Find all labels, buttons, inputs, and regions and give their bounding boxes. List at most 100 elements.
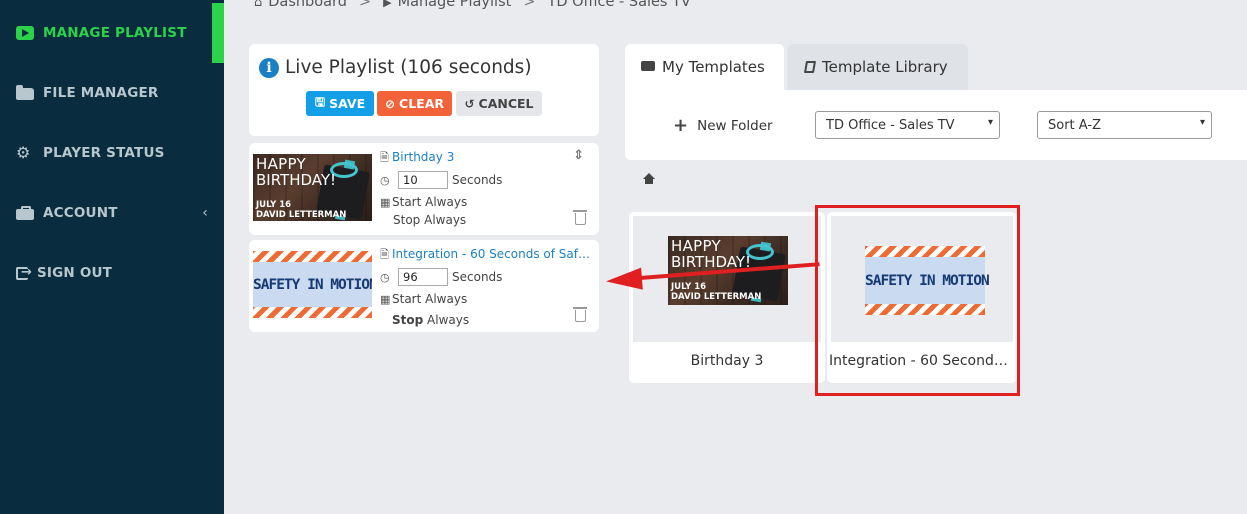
highlight-box: [815, 205, 1020, 396]
sidebar-item-manage-playlist[interactable]: MANAGE PLAYLIST: [0, 15, 224, 51]
safety-thumbnail: SAFETY IN MOTION: [253, 251, 372, 318]
start-label[interactable]: Start Always: [392, 292, 467, 306]
start-label[interactable]: Start Always: [392, 195, 467, 209]
thumb-text: BIRTHDAY!: [256, 171, 337, 189]
file-icon: 🗎: [380, 151, 389, 164]
undo-icon: ↺: [464, 96, 475, 111]
drag-arrow-head: [605, 267, 643, 293]
chevron-left-icon: ‹: [202, 205, 208, 221]
cancel-button[interactable]: ↺ CANCEL: [456, 91, 542, 116]
sort-select[interactable]: Sort A-Z ▾: [1037, 111, 1212, 139]
birthday-thumbnail: HAPPY BIRTHDAY! JULY 16 DAVID LETTERMAN: [253, 154, 372, 221]
sidebar-item-file-manager[interactable]: FILE MANAGER: [0, 75, 224, 111]
chevron-down-icon: ▾: [987, 117, 993, 128]
duration-input[interactable]: [398, 171, 448, 189]
trash-icon[interactable]: [573, 307, 587, 322]
sidebar-item-label: FILE MANAGER: [43, 85, 159, 101]
thumb-text: DAVID LETTERMAN: [256, 210, 347, 220]
folder-select[interactable]: TD Office - Sales TV ▾: [815, 111, 1000, 139]
breadcrumb-manage-playlist[interactable]: Manage Playlist: [398, 0, 512, 10]
duration-row: ◷ Seconds: [380, 268, 502, 286]
seconds-label: Seconds: [452, 270, 503, 284]
drag-handle-icon[interactable]: ⇕: [573, 148, 584, 163]
thumb-text: SAFETY IN MOTION: [253, 276, 372, 293]
sign-out-icon: [16, 265, 32, 280]
new-folder-label: New Folder: [697, 118, 773, 134]
breadcrumb-separator: >: [358, 0, 372, 10]
template-card-preview: HAPPY BIRTHDAY! JULY 16 DAVID LETTERMAN: [633, 216, 821, 342]
file-icon: 🗎: [380, 248, 389, 261]
stop-row[interactable]: Stop Always: [393, 213, 466, 227]
template-card-caption: Birthday 3: [690, 353, 764, 369]
gear-icon: ⚙: [16, 143, 31, 162]
clear-icon: ⊘: [384, 96, 396, 111]
live-playlist-header: i Live Playlist (106 seconds) 🖫 SAVE ⊘ C…: [249, 44, 599, 136]
home-icon[interactable]: [643, 173, 655, 185]
playlist-item-title[interactable]: Birthday 3: [392, 150, 454, 164]
stop-row[interactable]: Stop Always: [392, 313, 469, 327]
sidebar-item-label: MANAGE PLAYLIST: [43, 25, 187, 41]
info-icon[interactable]: i: [259, 57, 279, 78]
new-folder-button[interactable]: + New Folder: [673, 115, 773, 136]
tab-label: Template Library: [822, 58, 948, 76]
start-row[interactable]: ▦ Start Always: [380, 292, 467, 306]
tab-my-templates[interactable]: My Templates: [625, 44, 784, 90]
duration-input[interactable]: [398, 268, 448, 286]
folder-select-value: TD Office - Sales TV: [826, 117, 955, 133]
folder-icon: [16, 85, 34, 100]
template-toolbar: + New Folder TD Office - Sales TV ▾ Sort…: [625, 90, 1247, 160]
sidebar-item-label: ACCOUNT: [43, 205, 118, 221]
thumb-text: JULY 16: [256, 200, 292, 210]
sidebar-item-label: SIGN OUT: [37, 265, 113, 281]
calendar-icon: ▦: [380, 292, 391, 306]
thumb-text: HAPPY: [671, 237, 721, 255]
stop-suffix: Always: [424, 213, 467, 227]
clock-icon: ◷: [380, 173, 390, 187]
home-icon: ⌂: [254, 0, 263, 10]
clock-icon: ◷: [380, 270, 390, 284]
floppy-icon: 🖫: [314, 95, 326, 109]
playlist-item[interactable]: HAPPY BIRTHDAY! JULY 16 DAVID LETTERMAN …: [249, 143, 599, 235]
playlist-item-name[interactable]: 🗎 Integration - 60 Seconds of Safety: [380, 246, 595, 265]
stop-prefix: Stop: [393, 213, 421, 227]
trash-icon[interactable]: [573, 210, 587, 225]
breadcrumb-separator: >: [523, 0, 536, 10]
playlist-item-name[interactable]: 🗎 Birthday 3: [380, 149, 595, 168]
clear-label: CLEAR: [399, 96, 445, 111]
plus-icon: +: [673, 115, 689, 136]
stop-prefix: Stop: [392, 313, 424, 327]
seconds-label: Seconds: [452, 173, 503, 187]
briefcase-icon: [16, 205, 34, 220]
breadcrumb: ⌂ Dashboard > ▶ Manage Playlist > TD Off…: [254, 0, 691, 11]
hazard-stripe: [253, 307, 372, 318]
hazard-stripe: [253, 251, 372, 262]
breadcrumb-dashboard[interactable]: Dashboard: [268, 0, 347, 10]
live-playlist-title: Live Playlist (106 seconds): [285, 57, 532, 78]
stop-suffix: Always: [427, 313, 470, 327]
calendar-icon: ▦: [380, 195, 391, 209]
start-row[interactable]: ▦ Start Always: [380, 195, 467, 209]
play-icon: ▶: [383, 0, 392, 9]
tab-template-library[interactable]: Template Library: [787, 44, 968, 90]
playlist-item[interactable]: SAFETY IN MOTION 🗎 Integration - 60 Secon…: [249, 240, 599, 332]
sidebar-item-sign-out[interactable]: SIGN OUT: [0, 255, 224, 291]
playlist-icon: [16, 26, 34, 40]
briefcase-icon: [641, 61, 655, 71]
page-title: i Live Playlist (106 seconds): [259, 57, 532, 78]
template-card[interactable]: HAPPY BIRTHDAY! JULY 16 DAVID LETTERMAN …: [629, 212, 825, 383]
thumb-text: JULY 16: [671, 282, 707, 292]
sidebar-item-player-status[interactable]: ⚙ PLAYER STATUS: [0, 135, 224, 171]
save-label: SAVE: [329, 96, 366, 111]
playlist-item-title[interactable]: Integration - 60 Seconds of Safety: [392, 247, 595, 261]
thumb-text: HAPPY: [256, 155, 306, 173]
thumb-text: DAVID LETTERMAN: [671, 292, 762, 302]
duration-row: ◷ Seconds: [380, 171, 502, 189]
clear-button[interactable]: ⊘ CLEAR: [377, 91, 452, 116]
tab-label: My Templates: [662, 58, 765, 76]
sidebar: MANAGE PLAYLIST FILE MANAGER ⚙ PLAYER ST…: [0, 0, 224, 514]
sidebar-item-label: PLAYER STATUS: [43, 145, 165, 161]
save-button[interactable]: 🖫 SAVE: [306, 91, 374, 116]
breadcrumb-current: TD Office - Sales TV: [547, 0, 691, 10]
chevron-down-icon: ▾: [1199, 117, 1205, 128]
sidebar-item-account[interactable]: ACCOUNT ‹: [0, 195, 224, 231]
